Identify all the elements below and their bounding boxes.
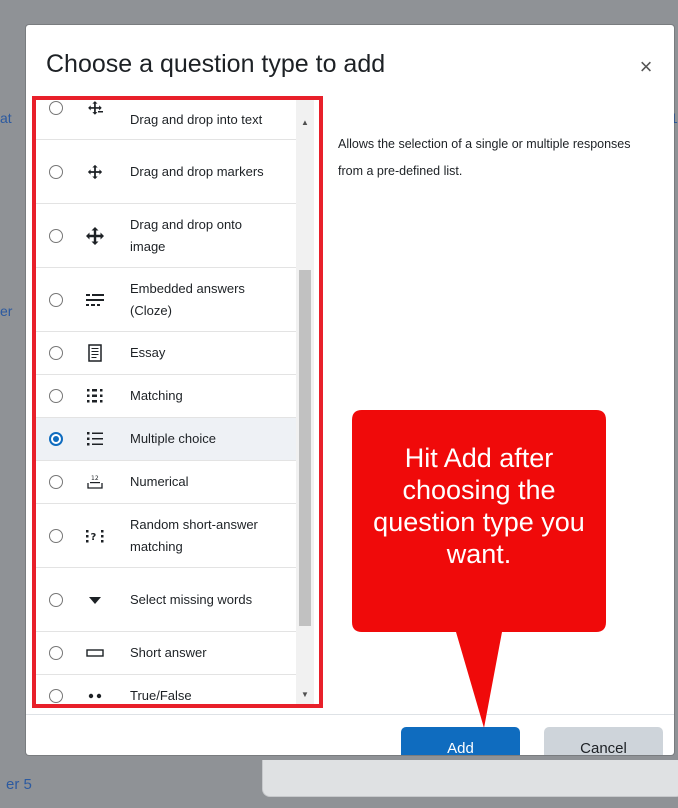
option-essay[interactable]: Essay (36, 332, 300, 375)
question-type-list: Drag and drop into text Drag and drop ma… (32, 96, 323, 708)
background-text-fragment: er (0, 303, 13, 319)
background-text-fragment: at (0, 110, 12, 126)
background-section-label: er 5 (6, 776, 32, 793)
scroll-down-arrow-icon[interactable]: ▼ (296, 686, 314, 702)
option-label: Select missing words (130, 591, 253, 607)
radio-button[interactable] (49, 164, 63, 179)
drag-drop-image-icon (84, 225, 106, 247)
option-select-missing-words[interactable]: Select missing words (36, 568, 300, 632)
option-matching[interactable]: Matching (36, 375, 300, 418)
short-answer-icon (84, 642, 106, 664)
option-drag-drop-markers[interactable]: Drag and drop markers (36, 140, 300, 204)
close-icon: × (639, 54, 653, 79)
option-label: Short answer (130, 645, 207, 660)
option-multiple-choice[interactable]: Multiple choice (36, 418, 300, 461)
select-missing-words-icon (84, 589, 106, 611)
essay-icon (84, 342, 106, 364)
option-label: Drag and drop onto image (130, 216, 243, 254)
random-short-answer-icon: ? (84, 525, 106, 547)
close-button[interactable]: × (632, 53, 660, 81)
scrollbar-thumb[interactable] (299, 270, 311, 626)
radio-button[interactable] (49, 475, 63, 489)
option-label: Drag and drop markers (130, 163, 264, 179)
add-button[interactable]: Add (401, 727, 520, 755)
radio-button-selected[interactable] (49, 432, 63, 446)
multiple-choice-icon (84, 428, 106, 450)
scroll-up-arrow-icon[interactable]: ▲ (296, 114, 314, 130)
matching-icon (84, 385, 106, 407)
radio-button[interactable] (49, 292, 63, 307)
option-label: Random short-answer matching (130, 516, 258, 554)
option-numerical[interactable]: 12 Numerical (36, 461, 300, 504)
option-label: Embedded answers (Cloze) (130, 280, 245, 318)
option-true-false[interactable]: True/False (36, 675, 300, 704)
cancel-button[interactable]: Cancel (544, 727, 663, 755)
drag-drop-markers-icon (84, 161, 106, 183)
radio-button[interactable] (49, 592, 63, 607)
svg-text:?: ? (91, 532, 97, 543)
numerical-icon: 12 (84, 471, 106, 493)
dialog-title: Choose a question type to add (46, 50, 386, 78)
drag-drop-text-icon (84, 100, 106, 119)
option-short-answer[interactable]: Short answer (36, 632, 300, 675)
radio-button[interactable] (49, 228, 63, 243)
option-label: True/False (130, 688, 192, 703)
radio-button[interactable] (49, 646, 63, 660)
option-drag-drop-text[interactable]: Drag and drop into text (36, 100, 300, 140)
radio-button[interactable] (49, 346, 63, 360)
option-cloze[interactable]: Embedded answers (Cloze) (36, 268, 300, 332)
option-label: Matching (130, 388, 183, 403)
radio-button[interactable] (49, 389, 63, 403)
option-label: Drag and drop into text (130, 112, 263, 127)
background-input (262, 760, 678, 797)
callout-text: Hit Add after choosing the question type… (373, 443, 585, 569)
option-random-short-answer[interactable]: ? Random short-answer matching (36, 504, 300, 568)
option-label: Numerical (130, 474, 189, 489)
svg-text:12: 12 (91, 475, 99, 482)
list-scrollbar[interactable]: ▲ ▼ (296, 100, 314, 704)
question-type-description: Allows the selection of a single or mult… (338, 137, 631, 178)
option-label: Multiple choice (130, 431, 216, 446)
cloze-icon (84, 289, 106, 311)
question-type-options: Drag and drop into text Drag and drop ma… (36, 100, 300, 704)
option-drag-drop-image[interactable]: Drag and drop onto image (36, 204, 300, 268)
option-label: Essay (130, 345, 166, 360)
radio-button[interactable] (49, 689, 63, 703)
radio-button[interactable] (49, 100, 63, 115)
true-false-icon (84, 685, 106, 704)
radio-button[interactable] (49, 528, 63, 543)
